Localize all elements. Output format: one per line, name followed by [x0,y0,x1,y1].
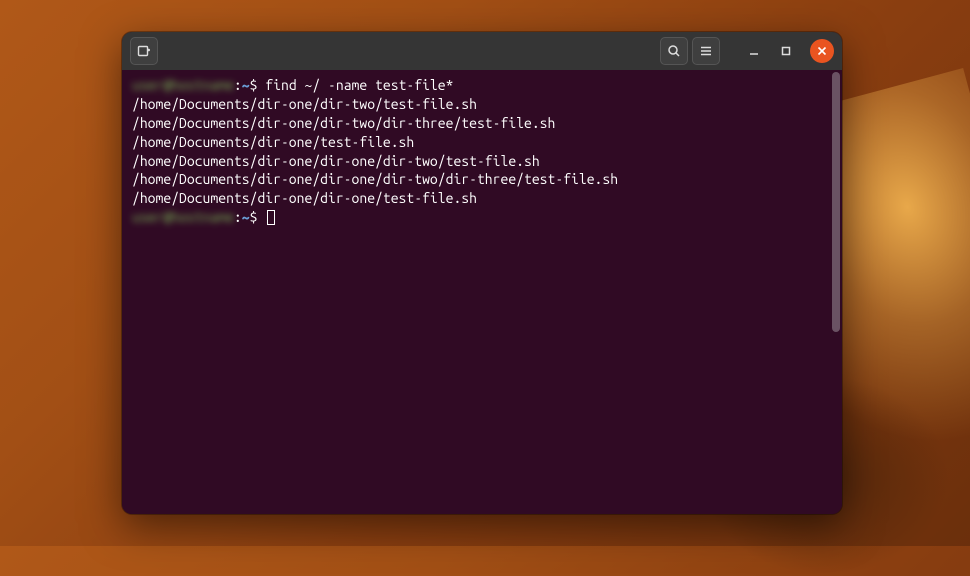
new-tab-icon [137,44,151,58]
search-button[interactable] [660,37,688,65]
terminal-body[interactable]: user@hostname:~$ find ~/ -name test-file… [122,70,842,514]
close-button[interactable] [810,39,834,63]
output-line: /home/Documents/dir-one/test-file.sh [132,133,828,152]
close-icon [817,46,827,56]
prompt-line: user@hostname:~$ find ~/ -name test-file… [132,76,828,95]
prompt-path: ~ [242,209,250,225]
prompt-line: user@hostname:~$ [132,208,828,227]
maximize-button[interactable] [772,37,800,65]
minimize-button[interactable] [740,37,768,65]
titlebar[interactable] [122,32,842,70]
prompt-user: user@hostname [132,77,234,93]
prompt-separator: : [234,209,242,225]
terminal-window: user@hostname:~$ find ~/ -name test-file… [122,32,842,514]
new-tab-button[interactable] [130,37,158,65]
minimize-icon [748,45,760,57]
command-text: find ~/ -name test-file* [265,77,453,93]
output-line: /home/Documents/dir-one/dir-two/dir-thre… [132,114,828,133]
menu-button[interactable] [692,37,720,65]
prompt-path: ~ [242,77,250,93]
prompt-user: user@hostname [132,209,234,225]
prompt-separator: : [234,77,242,93]
search-icon [667,44,681,58]
cursor [267,210,275,225]
maximize-icon [780,45,792,57]
hamburger-menu-icon [699,44,713,58]
scrollbar[interactable] [832,72,840,332]
output-line: /home/Documents/dir-one/dir-two/test-fil… [132,95,828,114]
output-line: /home/Documents/dir-one/dir-one/test-fil… [132,189,828,208]
output-line: /home/Documents/dir-one/dir-one/dir-two/… [132,152,828,171]
output-line: /home/Documents/dir-one/dir-one/dir-two/… [132,170,828,189]
